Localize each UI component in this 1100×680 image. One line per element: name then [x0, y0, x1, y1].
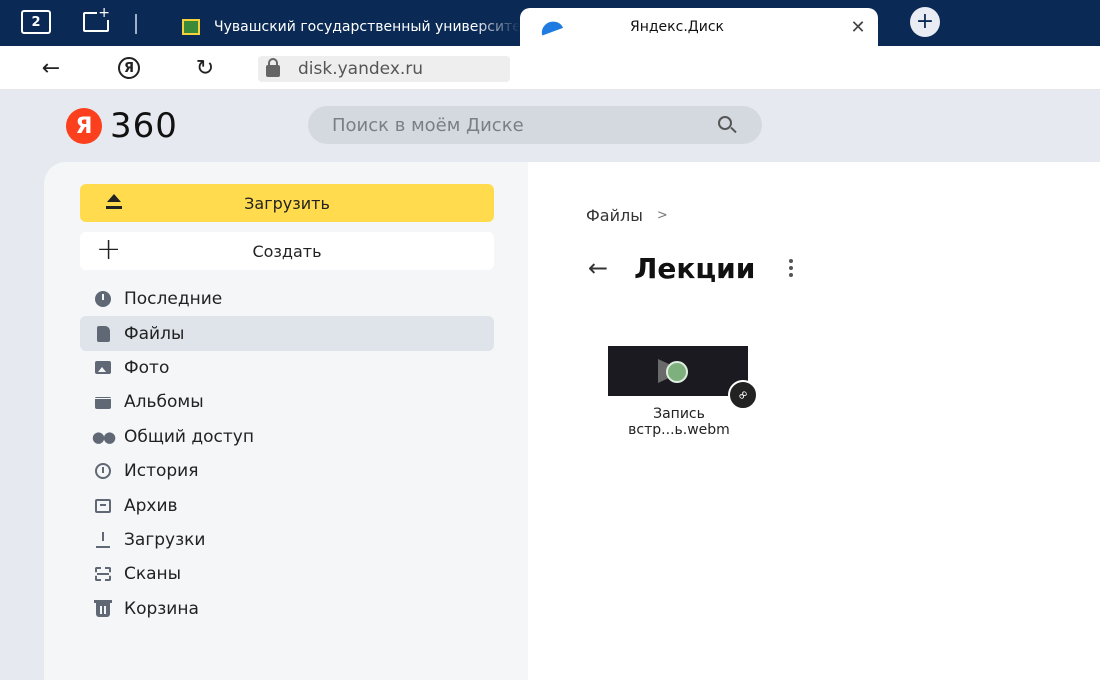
sidebar-item-label: Загрузки	[124, 529, 206, 550]
trash-icon	[94, 599, 112, 618]
file-item[interactable]: ∞ Запись встр...ь.webm	[594, 344, 765, 444]
sidebar-item-label: История	[124, 461, 199, 482]
browser-address-bar: ← Я ↻ disk.yandex.ru	[0, 46, 1100, 90]
sidebar-item-files[interactable]: Файлы	[80, 316, 494, 351]
create-button[interactable]: + Создать	[80, 232, 494, 270]
tab-title: Чувашский государственный университет	[214, 19, 520, 35]
breadcrumb-root-link[interactable]: Файлы	[586, 206, 643, 225]
file-name-line1: Запись	[653, 406, 705, 422]
sidebar-item-albums[interactable]: Альбомы	[80, 385, 494, 419]
folder-header: ← Лекции	[588, 250, 794, 286]
sidebar-item-label: Альбомы	[124, 392, 204, 413]
sidebar-item-scans[interactable]: Сканы	[80, 557, 494, 591]
new-tab-group-icon[interactable]	[80, 6, 112, 36]
sidebar-item-label: Сканы	[124, 564, 182, 585]
sidebar-item-label: Корзина	[124, 598, 199, 619]
search-box	[308, 106, 762, 144]
photo-icon	[94, 359, 112, 377]
url-field[interactable]: disk.yandex.ru	[258, 56, 510, 82]
browser-tab-strip: 2 Чувашский государственный университет …	[0, 0, 1100, 46]
sidebar-item-trash[interactable]: Корзина	[80, 592, 494, 626]
sidebar-item-label: Фото	[124, 357, 170, 378]
sidebar-item-downloads[interactable]: Загрузки	[80, 523, 494, 557]
sidebar-nav: Последние Файлы Фото Альбомы ●● Общий до…	[80, 282, 494, 626]
yandex-browser-icon[interactable]: Я	[114, 54, 144, 82]
history-icon	[94, 462, 112, 480]
breadcrumb-separator: >	[656, 208, 668, 223]
sidebar-item-label: Файлы	[124, 323, 185, 344]
sidebar-item-label: Последние	[124, 289, 223, 310]
browser-back-icon[interactable]: ←	[36, 54, 66, 82]
sidebar-item-label: Архив	[124, 495, 178, 516]
brand-360-text: 360	[110, 106, 178, 146]
yandex-disk-favicon-icon	[538, 18, 564, 36]
sidebar-item-shared[interactable]: ●● Общий доступ	[80, 420, 494, 454]
tab-count-button[interactable]: 2	[20, 8, 52, 36]
tab-title: Яндекс.Диск	[630, 19, 724, 35]
archive-icon	[94, 497, 112, 515]
video-preview-icon	[666, 361, 688, 383]
tab-count-badge: 2	[21, 10, 51, 34]
album-icon	[94, 393, 112, 411]
reload-icon[interactable]: ↻	[190, 54, 220, 82]
create-label: Создать	[252, 241, 322, 261]
file-name-line2: встр...ь.webm	[628, 422, 730, 438]
tab-strip-divider	[135, 14, 137, 34]
tab-count-value: 2	[31, 14, 41, 30]
close-tab-icon[interactable]: ✕	[838, 17, 878, 38]
url-text: disk.yandex.ru	[298, 59, 424, 79]
sidebar-item-photo[interactable]: Фото	[80, 351, 494, 385]
file-name: Запись встр...ь.webm	[594, 406, 764, 438]
video-thumbnail	[608, 346, 748, 396]
yandex-360-logo[interactable]: Я 360	[66, 106, 178, 146]
new-tab-button[interactable]: +	[906, 7, 944, 37]
search-icon[interactable]	[718, 116, 732, 130]
clock-icon	[94, 290, 112, 308]
sidebar-item-archive[interactable]: Архив	[80, 488, 494, 522]
university-favicon-icon	[182, 19, 200, 35]
sidebar-item-label: Общий доступ	[124, 426, 254, 447]
upload-button[interactable]: Загрузить	[80, 184, 494, 222]
tab-yandex-disk[interactable]: Яндекс.Диск ✕	[520, 8, 878, 46]
download-icon	[94, 531, 112, 549]
plus-icon: +	[96, 232, 122, 267]
tab-chuvash-university[interactable]: Чувашский государственный университет	[168, 8, 520, 46]
more-options-icon[interactable]	[789, 259, 794, 277]
search-input[interactable]	[308, 114, 688, 136]
shared-users-icon: ●●	[91, 427, 116, 446]
upload-label: Загрузить	[244, 193, 330, 213]
file-icon	[94, 325, 112, 343]
folder-title: Лекции	[634, 251, 756, 285]
sidebar-item-recent[interactable]: Последние	[80, 282, 494, 316]
scan-icon	[94, 565, 112, 583]
yandex-logo-icon: Я	[66, 108, 102, 144]
plus-icon: +	[910, 7, 940, 37]
sidebar-item-history[interactable]: История	[80, 454, 494, 488]
breadcrumb: Файлы >	[586, 206, 668, 225]
lock-icon	[266, 58, 280, 77]
yandex-360-header: Я 360	[0, 90, 1100, 162]
upload-icon	[106, 194, 122, 210]
back-arrow-icon[interactable]: ←	[588, 254, 608, 282]
